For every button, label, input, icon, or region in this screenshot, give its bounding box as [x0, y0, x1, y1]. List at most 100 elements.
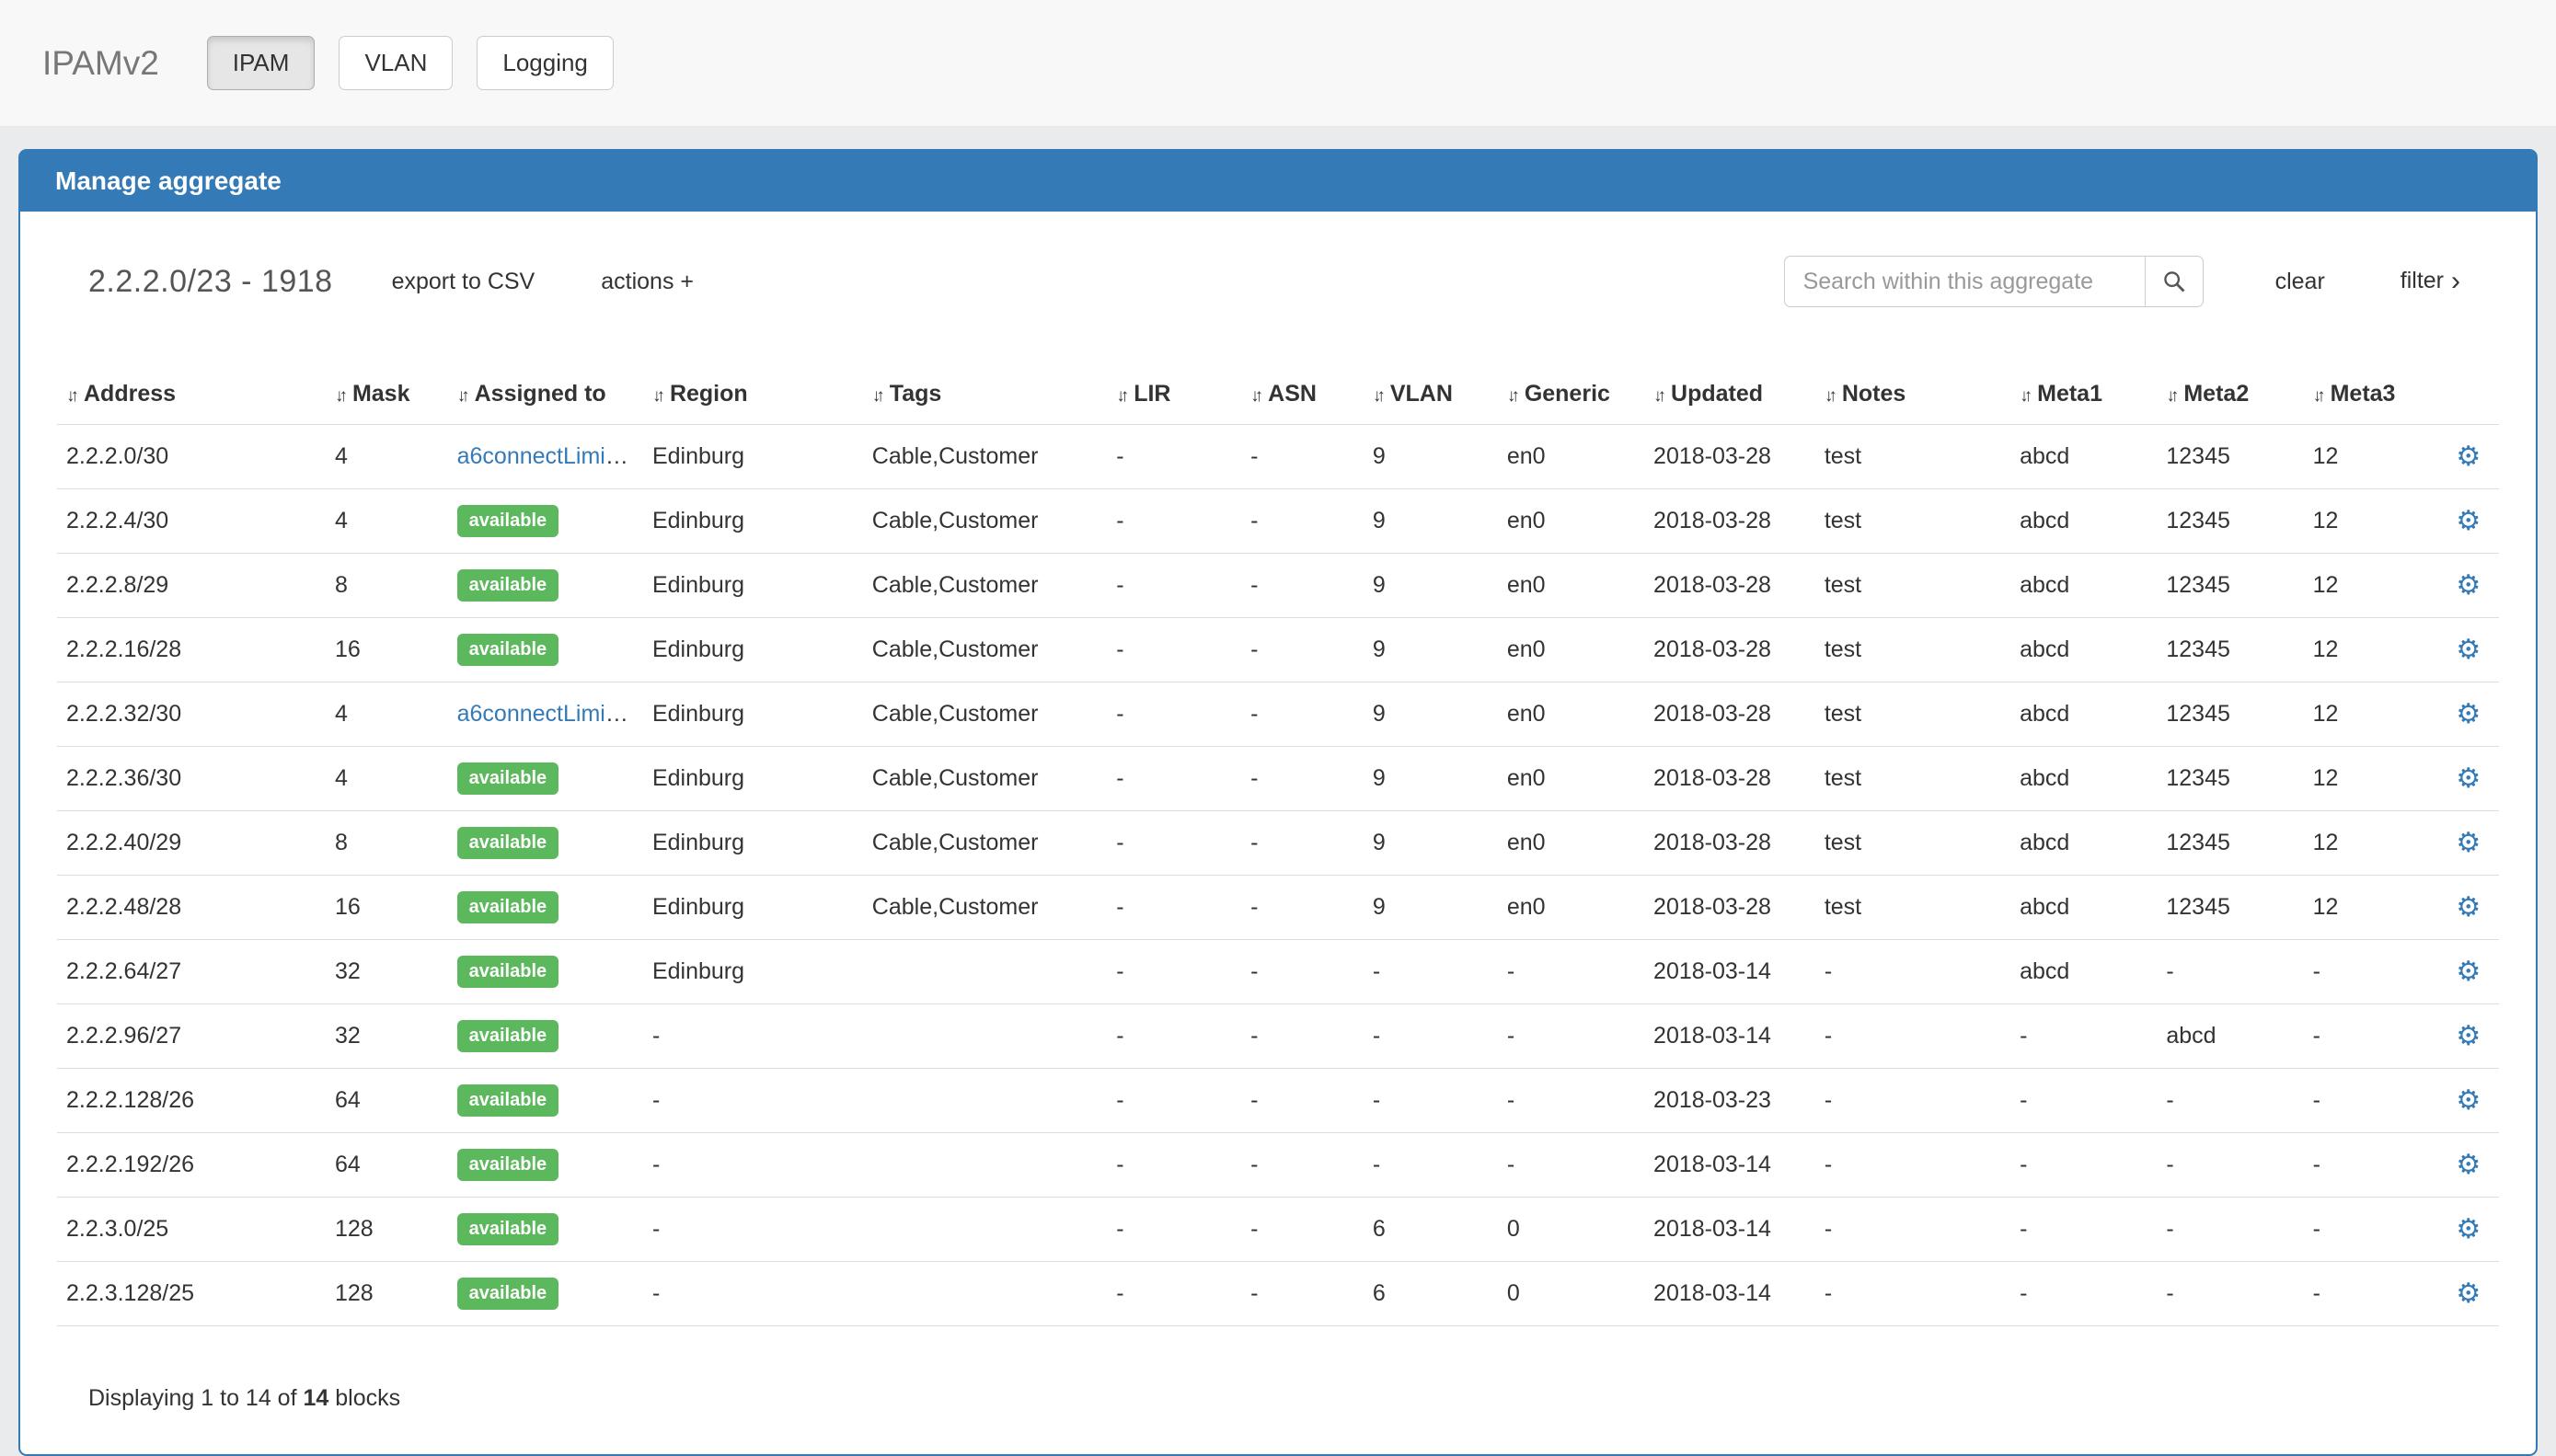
clear-search-link[interactable]: clear — [2275, 269, 2325, 295]
search-input[interactable] — [1784, 256, 2145, 307]
cell-meta2: 12345 — [2157, 811, 2303, 876]
cell-vlan: 9 — [1364, 682, 1498, 747]
available-status-badge[interactable]: available — [457, 505, 559, 537]
cell-meta2: 12345 — [2157, 554, 2303, 618]
cell-meta3: 12 — [2304, 554, 2438, 618]
actions-menu-link[interactable]: actions + — [601, 269, 694, 295]
cell-meta1: - — [2010, 1069, 2157, 1133]
sort-icon: ↓↑ — [2020, 386, 2028, 406]
cell-assigned: available — [448, 618, 643, 682]
table-row: 2.2.2.0/304a6connectLimite...EdinburgCab… — [57, 425, 2499, 489]
cell-notes: - — [1815, 1198, 2010, 1262]
available-status-badge[interactable]: available — [457, 1020, 559, 1052]
available-status-badge[interactable]: available — [457, 956, 559, 988]
column-header-vlan[interactable]: ↓↑VLAN — [1364, 364, 1498, 425]
cell-updated: 2018-03-28 — [1644, 425, 1815, 489]
cell-asn: - — [1241, 1069, 1364, 1133]
row-settings-gear-icon[interactable]: ⚙ — [2456, 892, 2481, 923]
column-header-mask[interactable]: ↓↑Mask — [326, 364, 448, 425]
column-header-generic[interactable]: ↓↑Generic — [1498, 364, 1644, 425]
column-header-region[interactable]: ↓↑Region — [643, 364, 863, 425]
table-row: 2.2.3.0/25128available---602018-03-14---… — [57, 1198, 2499, 1262]
column-header-lir[interactable]: ↓↑LIR — [1107, 364, 1241, 425]
cell-meta3: - — [2304, 1133, 2438, 1198]
row-settings-gear-icon[interactable]: ⚙ — [2456, 635, 2481, 665]
sort-icon: ↓↑ — [1653, 386, 1662, 406]
cell-mask: 32 — [326, 940, 448, 1004]
row-settings-gear-icon[interactable]: ⚙ — [2456, 763, 2481, 794]
cell-vlan: 6 — [1364, 1198, 1498, 1262]
column-header-label: Assigned to — [475, 381, 606, 407]
available-status-badge[interactable]: available — [457, 762, 559, 795]
cell-asn: - — [1241, 940, 1364, 1004]
column-header-meta2[interactable]: ↓↑Meta2 — [2157, 364, 2303, 425]
sort-icon: ↓↑ — [66, 386, 75, 406]
row-settings-gear-icon[interactable]: ⚙ — [2456, 1278, 2481, 1309]
cell-asn: - — [1241, 489, 1364, 554]
footer-count: 14 — [303, 1385, 328, 1411]
cell-meta1: - — [2010, 1262, 2157, 1326]
cell-vlan: - — [1364, 1133, 1498, 1198]
tab-logging[interactable]: Logging — [477, 36, 614, 90]
available-status-badge[interactable]: available — [457, 1149, 559, 1181]
cell-address: 2.2.2.96/27 — [57, 1004, 326, 1069]
tab-ipam[interactable]: IPAM — [207, 36, 316, 90]
available-status-badge[interactable]: available — [457, 1213, 559, 1245]
row-settings-gear-icon[interactable]: ⚙ — [2456, 1150, 2481, 1180]
available-status-badge[interactable]: available — [457, 569, 559, 602]
cell-address: 2.2.2.128/26 — [57, 1069, 326, 1133]
sort-icon: ↓↑ — [2166, 386, 2174, 406]
cell-mask: 128 — [326, 1198, 448, 1262]
cell-notes: test — [1815, 554, 2010, 618]
cell-vlan: - — [1364, 1004, 1498, 1069]
row-settings-gear-icon[interactable]: ⚙ — [2456, 1085, 2481, 1116]
cell-mask: 64 — [326, 1069, 448, 1133]
cell-actions: ⚙ — [2438, 489, 2499, 554]
table-row: 2.2.2.48/2816availableEdinburgCable,Cust… — [57, 876, 2499, 940]
assigned-resource-link[interactable]: a6connectLimite... — [457, 701, 643, 727]
filter-link[interactable]: filter› — [2401, 266, 2460, 297]
assigned-resource-link[interactable]: a6connectLimite... — [457, 443, 643, 469]
search-button[interactable] — [2145, 256, 2204, 307]
cell-updated: 2018-03-28 — [1644, 554, 1815, 618]
cell-vlan: 9 — [1364, 876, 1498, 940]
cell-meta3: 12 — [2304, 489, 2438, 554]
column-header-meta1[interactable]: ↓↑Meta1 — [2010, 364, 2157, 425]
cell-tags: Cable,Customer — [863, 876, 1107, 940]
column-header-asn[interactable]: ↓↑ASN — [1241, 364, 1364, 425]
cell-assigned: available — [448, 747, 643, 811]
row-settings-gear-icon[interactable]: ⚙ — [2456, 570, 2481, 601]
column-header-notes[interactable]: ↓↑Notes — [1815, 364, 2010, 425]
row-settings-gear-icon[interactable]: ⚙ — [2456, 441, 2481, 472]
column-header-updated[interactable]: ↓↑Updated — [1644, 364, 1815, 425]
column-header-tags[interactable]: ↓↑Tags — [863, 364, 1107, 425]
available-status-badge[interactable]: available — [457, 634, 559, 666]
tab-vlan[interactable]: VLAN — [339, 36, 453, 90]
row-settings-gear-icon[interactable]: ⚙ — [2456, 957, 2481, 987]
column-header-address[interactable]: ↓↑Address — [57, 364, 326, 425]
row-settings-gear-icon[interactable]: ⚙ — [2456, 699, 2481, 729]
cell-address: 2.2.2.8/29 — [57, 554, 326, 618]
cell-address: 2.2.2.192/26 — [57, 1133, 326, 1198]
available-status-badge[interactable]: available — [457, 891, 559, 923]
available-status-badge[interactable]: available — [457, 827, 559, 859]
cell-lir: - — [1107, 811, 1241, 876]
cell-notes: test — [1815, 425, 2010, 489]
export-csv-link[interactable]: export to CSV — [392, 269, 535, 295]
available-status-badge[interactable]: available — [457, 1278, 559, 1310]
cell-region: - — [643, 1004, 863, 1069]
cell-lir: - — [1107, 682, 1241, 747]
cell-assigned: available — [448, 554, 643, 618]
column-header-assigned-to[interactable]: ↓↑Assigned to — [448, 364, 643, 425]
available-status-badge[interactable]: available — [457, 1084, 559, 1117]
row-settings-gear-icon[interactable]: ⚙ — [2456, 828, 2481, 858]
cell-tags: Cable,Customer — [863, 811, 1107, 876]
footer-suffix: blocks — [335, 1385, 400, 1411]
cell-region: Edinburg — [643, 940, 863, 1004]
column-header-meta3[interactable]: ↓↑Meta3 — [2304, 364, 2438, 425]
row-settings-gear-icon[interactable]: ⚙ — [2456, 506, 2481, 536]
cell-assigned: available — [448, 1133, 643, 1198]
app-brand: IPAMv2 — [42, 44, 159, 83]
row-settings-gear-icon[interactable]: ⚙ — [2456, 1214, 2481, 1244]
row-settings-gear-icon[interactable]: ⚙ — [2456, 1021, 2481, 1051]
